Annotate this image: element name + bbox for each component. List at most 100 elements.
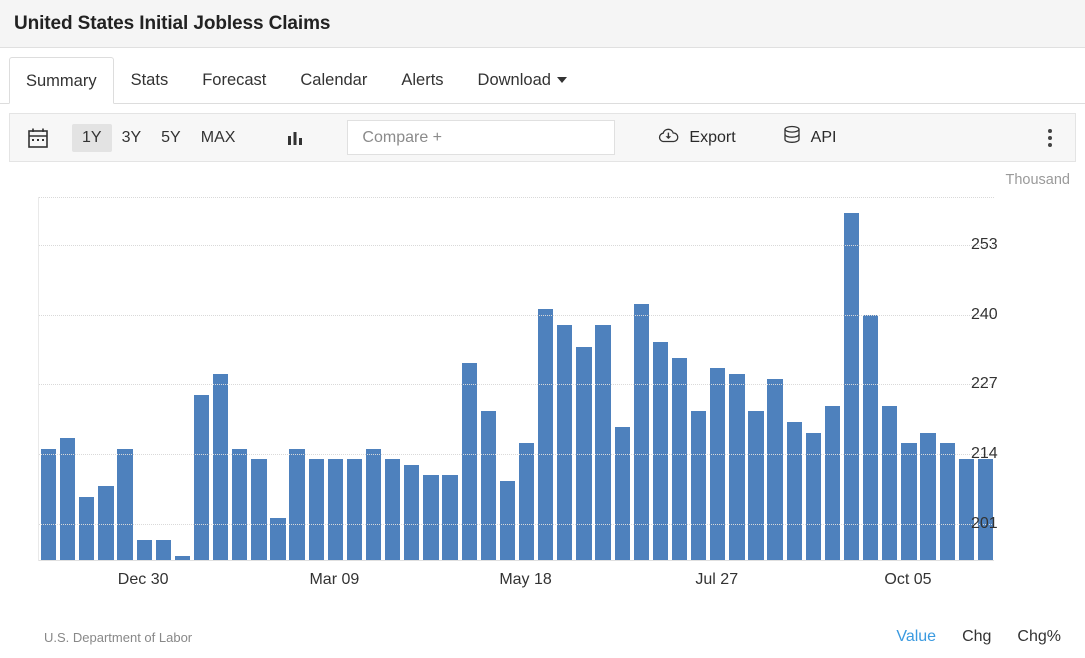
tab-label: Stats xyxy=(130,71,169,89)
y-axis-tick-label: 214 xyxy=(971,444,998,462)
bar[interactable] xyxy=(824,405,841,561)
tab-label: Calendar xyxy=(300,71,368,89)
tab-label: Summary xyxy=(26,72,97,90)
bar[interactable] xyxy=(843,213,860,561)
y-axis-tick-label: 240 xyxy=(971,305,998,323)
compare-input[interactable] xyxy=(360,127,603,148)
bar[interactable] xyxy=(958,459,974,561)
bar[interactable] xyxy=(346,459,363,561)
tab-stats[interactable]: Stats xyxy=(114,56,186,103)
range-button-3y[interactable]: 3Y xyxy=(112,124,152,152)
export-label: Export xyxy=(689,128,736,146)
bar[interactable] xyxy=(251,459,267,561)
tab-summary[interactable]: Summary xyxy=(9,57,114,104)
bar[interactable] xyxy=(232,448,248,561)
bar[interactable] xyxy=(977,459,994,561)
export-button[interactable]: Export xyxy=(657,126,736,150)
bar[interactable] xyxy=(786,421,802,561)
bar[interactable] xyxy=(136,539,152,561)
bar[interactable] xyxy=(557,325,573,561)
page-title: United States Initial Jobless Claims xyxy=(14,12,331,34)
bar[interactable] xyxy=(690,411,707,561)
bar[interactable] xyxy=(79,496,95,561)
metric-chg-pct[interactable]: Chg% xyxy=(1017,628,1061,646)
bar[interactable] xyxy=(404,464,420,561)
x-axis-tick-label: May 18 xyxy=(499,571,552,588)
bar[interactable] xyxy=(461,362,477,561)
metric-chg[interactable]: Chg xyxy=(962,628,991,646)
metric-value[interactable]: Value xyxy=(896,628,936,646)
cloud-download-icon xyxy=(657,126,680,150)
bar[interactable] xyxy=(499,480,516,561)
bar[interactable] xyxy=(729,373,745,561)
tab-label: Forecast xyxy=(202,71,267,89)
bar[interactable] xyxy=(193,395,210,561)
tab-bar: Summary Stats Forecast Calendar Alerts Downlo… xyxy=(0,48,1085,104)
compare-field[interactable] xyxy=(347,120,616,155)
gridline xyxy=(39,453,994,455)
x-axis-tick-label: Oct 05 xyxy=(884,571,932,588)
vertical-dots-icon[interactable] xyxy=(1035,128,1065,147)
range-button-max[interactable]: MAX xyxy=(191,124,246,152)
gridline xyxy=(39,384,994,386)
chart-unit-label: Thousand xyxy=(1005,172,1071,188)
bar[interactable] xyxy=(308,459,324,561)
range-button-5y[interactable]: 5Y xyxy=(151,124,191,152)
bar[interactable] xyxy=(518,443,535,561)
bar[interactable] xyxy=(365,448,382,561)
x-axis-tick-label: Mar 09 xyxy=(309,571,360,588)
bar[interactable] xyxy=(920,432,936,561)
bar[interactable] xyxy=(748,411,764,561)
tab-forecast[interactable]: Forecast xyxy=(185,56,283,103)
bar[interactable] xyxy=(671,357,688,561)
database-icon xyxy=(782,125,802,151)
chart-container: Thousand 201 214 227 240 253 Dec 30 Mar 09 May… xyxy=(9,162,1076,622)
bar[interactable] xyxy=(270,518,286,561)
bar[interactable] xyxy=(423,475,439,561)
bar[interactable] xyxy=(882,405,898,561)
tab-download[interactable]: Download xyxy=(461,56,584,103)
bar[interactable] xyxy=(442,475,458,561)
bar[interactable] xyxy=(595,325,611,561)
tab-alerts[interactable]: Alerts xyxy=(384,56,460,103)
bar[interactable] xyxy=(212,373,229,561)
tab-label: Download xyxy=(477,71,551,89)
bar[interactable] xyxy=(40,448,57,561)
y-axis-tick-label: 201 xyxy=(971,514,998,532)
bar[interactable] xyxy=(385,459,401,561)
bar[interactable] xyxy=(480,411,496,561)
bar[interactable] xyxy=(901,443,917,561)
api-button[interactable]: API xyxy=(782,125,837,151)
y-axis-tick-label: 227 xyxy=(971,375,998,393)
x-axis-tick-label: Dec 30 xyxy=(117,571,169,588)
gridline xyxy=(39,314,994,316)
tab-calendar[interactable]: Calendar xyxy=(283,56,384,103)
chart-plot-area[interactable] xyxy=(38,197,994,561)
calendar-icon[interactable] xyxy=(10,127,66,149)
bar-chart-icon[interactable] xyxy=(275,128,315,148)
x-axis-tick-label: Jul 27 xyxy=(695,571,739,588)
bar[interactable] xyxy=(60,437,76,561)
api-label: API xyxy=(810,128,837,146)
bar[interactable] xyxy=(117,448,133,561)
bar[interactable] xyxy=(652,341,669,561)
range-button-1y[interactable]: 1Y xyxy=(72,123,112,152)
bar[interactable] xyxy=(155,539,171,561)
chart-toolbar: 1Y3Y5YMAX Export API xyxy=(9,113,1076,162)
tab-label: Alerts xyxy=(401,71,444,89)
range-selector: 1Y 3Y 5Y MAX xyxy=(72,123,246,152)
y-axis-tick-label: 253 xyxy=(971,236,998,254)
x-axis-line xyxy=(39,560,994,561)
bar[interactable] xyxy=(805,432,821,561)
bar[interactable] xyxy=(633,304,649,561)
plot-top-border xyxy=(39,197,994,198)
bar[interactable] xyxy=(327,459,343,561)
bar[interactable] xyxy=(614,427,630,561)
bar[interactable] xyxy=(767,379,783,561)
page-header: United States Initial Jobless Claims xyxy=(0,0,1085,48)
gridline xyxy=(39,523,994,525)
bar[interactable] xyxy=(289,448,305,561)
bar-series xyxy=(39,197,994,561)
bar[interactable] xyxy=(939,443,955,561)
bar[interactable] xyxy=(710,368,726,561)
